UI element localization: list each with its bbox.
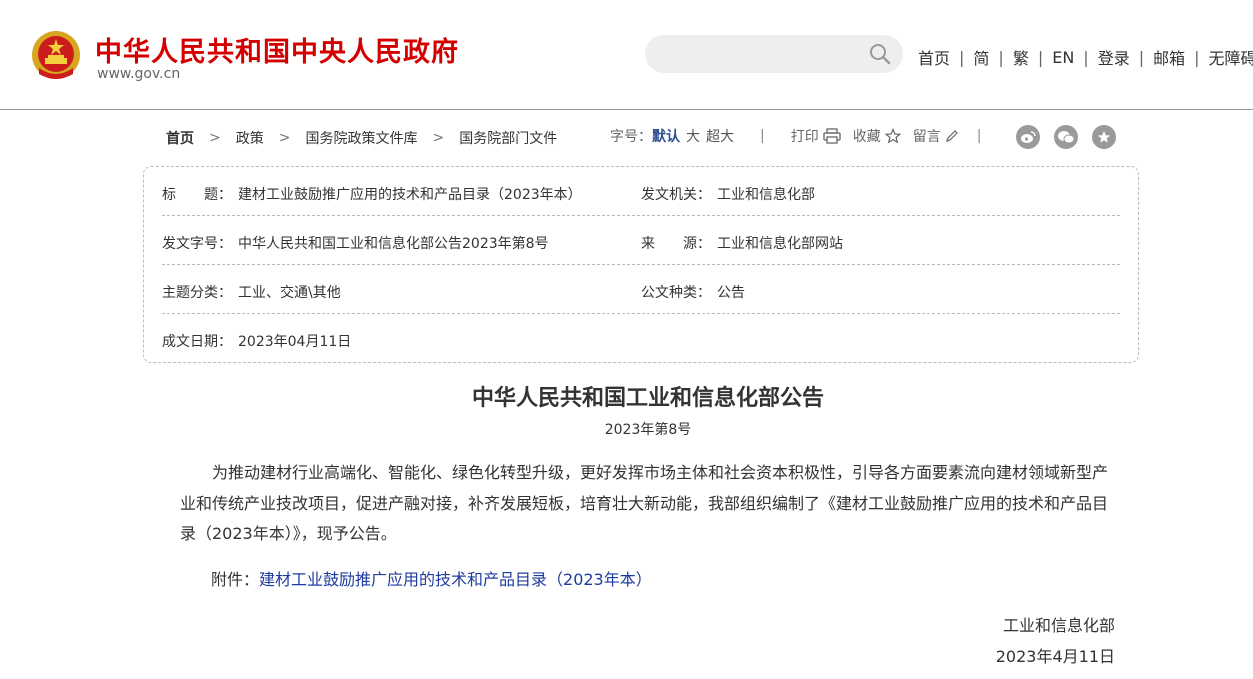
info-row: 标 题： 建材工业鼓励推广应用的技术和产品目录（2023年本） 发文机关： 工业… [162, 167, 1120, 216]
breadcrumb-dept-docs[interactable]: 国务院部门文件 [459, 128, 557, 148]
info-title-label: 标 题： [162, 187, 232, 203]
info-row: 发文字号： 中华人民共和国工业和信息化部公告2023年第8号 来 源： 工业和信… [162, 216, 1120, 265]
wechat-icon[interactable] [1054, 125, 1078, 149]
info-date-cell: 成文日期： 2023年04月11日 [162, 331, 351, 351]
document-issuer: 工业和信息化部 [1002, 616, 1115, 635]
document-date: 2023年4月11日 [995, 647, 1115, 666]
info-type-value: 公告 [717, 285, 745, 301]
info-source-cell: 来 源： 工业和信息化部网站 [641, 233, 843, 253]
star-icon[interactable] [1092, 125, 1116, 149]
nav-mail[interactable]: 邮箱 [1153, 45, 1185, 69]
nav-accessibility[interactable]: 无障碍 [1209, 45, 1253, 69]
chevron-right-icon: > [209, 130, 221, 146]
info-title-cell: 标 题： 建材工业鼓励推广应用的技术和产品目录（2023年本） [162, 184, 582, 204]
font-size-xlarge[interactable]: 超大 [706, 126, 734, 146]
breadcrumb-policy[interactable]: 政策 [236, 128, 264, 148]
info-row: 成文日期： 2023年04月11日 [162, 314, 1120, 363]
document-title: 中华人民共和国工业和信息化部公告 [471, 386, 824, 411]
breadcrumb-policy-library[interactable]: 国务院政策文件库 [305, 128, 417, 148]
info-title-value: 建材工业鼓励推广应用的技术和产品目录（2023年本） [238, 187, 582, 203]
info-issuer-label: 发文机关： [641, 187, 711, 203]
info-type-label: 公文种类： [641, 285, 711, 301]
comment-label: 留言 [912, 129, 941, 145]
nav-home[interactable]: 首页 [918, 45, 950, 69]
nav-separator: | [959, 47, 965, 67]
tools-separator: | [976, 128, 982, 144]
info-source-label: 来 源： [641, 236, 711, 252]
nav-english[interactable]: EN [1052, 48, 1074, 67]
info-topic-value: 工业、交通\其他 [238, 285, 341, 301]
chevron-right-icon: > [432, 130, 445, 146]
printer-icon [823, 128, 841, 144]
tools-separator: | [760, 128, 765, 144]
attachment-link[interactable]: 建材工业鼓励推广应用的技术和产品目录（2023年本） [259, 570, 652, 589]
info-date-label: 成文日期： [162, 334, 232, 350]
info-docno-label: 发文字号： [162, 236, 232, 252]
favorite-button[interactable]: 收藏 [853, 126, 901, 146]
info-type-cell: 公文种类： 公告 [641, 282, 745, 302]
info-issuer-cell: 发文机关： 工业和信息化部 [641, 184, 815, 204]
info-source-value: 工业和信息化部网站 [717, 236, 843, 252]
font-size-large[interactable]: 大 [686, 126, 700, 146]
star-outline-icon [884, 128, 901, 144]
print-button[interactable]: 打印 [791, 126, 841, 146]
chevron-right-icon: > [278, 130, 291, 146]
font-size-label: 字号： [610, 129, 652, 145]
nav-separator: | [1037, 47, 1044, 67]
nav-separator: | [1138, 47, 1145, 67]
info-row: 主题分类： 工业、交通\其他 公文种类： 公告 [162, 265, 1120, 314]
pencil-icon [945, 130, 958, 142]
nav-simplified[interactable]: 简 [973, 45, 989, 69]
search-icon[interactable] [869, 43, 891, 65]
page-tools: 字号： 默认 大 超大 | 打印 收藏 留言 | [610, 126, 993, 146]
nav-separator: | [1194, 47, 1200, 67]
weibo-icon[interactable] [1016, 125, 1040, 149]
top-nav: 首页 | 简 | 繁 | EN | 登录 | 邮箱 | 无障碍 [918, 45, 1253, 69]
search-input[interactable] [645, 35, 903, 73]
info-topic-cell: 主题分类： 工业、交通\其他 [162, 282, 341, 302]
breadcrumb: 首页 > 政策 > 国务院政策文件库 > 国务院部门文件 [166, 128, 557, 148]
attachment: 附件：建材工业鼓励推广应用的技术和产品目录（2023年本） [211, 566, 652, 590]
breadcrumb-home[interactable]: 首页 [166, 128, 194, 148]
document-info-table: 标 题： 建材工业鼓励推广应用的技术和产品目录（2023年本） 发文机关： 工业… [143, 166, 1139, 363]
print-label: 打印 [790, 129, 819, 145]
site-header: 中华人民共和国中央人民政府 www.gov.cn 首页 | 简 | 繁 | EN… [0, 0, 1253, 110]
nav-separator: | [1083, 47, 1089, 67]
document-number: 2023年第8号 [604, 422, 692, 438]
nav-separator: | [998, 47, 1004, 67]
nav-login[interactable]: 登录 [1098, 45, 1130, 69]
font-size-default[interactable]: 默认 [652, 126, 680, 146]
info-docno-value: 中华人民共和国工业和信息化部公告2023年第8号 [238, 236, 549, 252]
site-title[interactable]: 中华人民共和国中央人民政府 [95, 30, 459, 69]
info-date-value: 2023年04月11日 [238, 334, 352, 350]
comment-button[interactable]: 留言 [913, 126, 959, 146]
document-paragraph: 为推动建材行业高端化、智能化、绿色化转型升级，更好发挥市场主体和社会资本积极性，… [180, 463, 1109, 543]
favorite-label: 收藏 [852, 129, 881, 145]
info-docno-cell: 发文字号： 中华人民共和国工业和信息化部公告2023年第8号 [162, 233, 549, 253]
nav-traditional[interactable]: 繁 [1013, 45, 1029, 69]
attachment-label: 附件： [211, 570, 260, 589]
info-issuer-value: 工业和信息化部 [717, 187, 815, 203]
site-domain: www.gov.cn [97, 66, 181, 82]
national-emblem-icon[interactable] [31, 30, 81, 82]
info-topic-label: 主题分类： [162, 285, 232, 301]
